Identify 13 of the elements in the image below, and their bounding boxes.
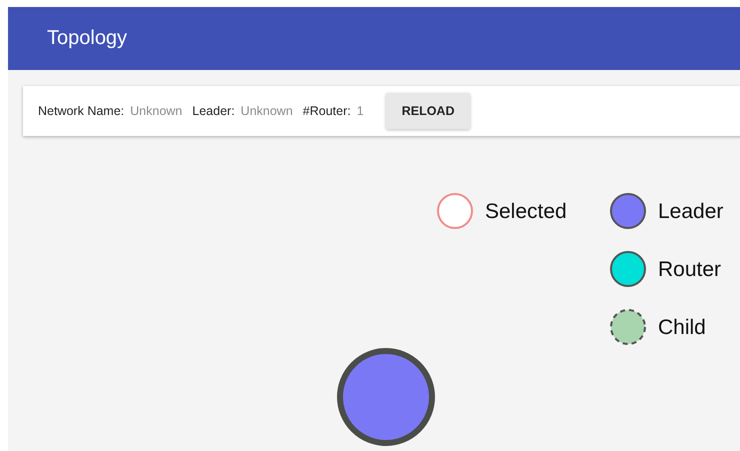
app-title: Topology	[47, 27, 128, 50]
field-value: 1	[356, 104, 364, 118]
field-label: Network Name:	[38, 104, 124, 118]
legend-label: Leader	[658, 200, 724, 223]
legend-label: Router	[658, 258, 722, 281]
field-value: Unknown	[240, 104, 293, 118]
legend-label: Selected	[485, 200, 567, 223]
field-label: Leader:	[192, 104, 235, 118]
field-value: Unknown	[130, 104, 182, 118]
field-label: #Router:	[302, 104, 351, 118]
reload-button[interactable]: RELOAD	[386, 93, 470, 129]
legend-label: Child	[658, 316, 706, 339]
leader-node[interactable]	[337, 348, 435, 446]
